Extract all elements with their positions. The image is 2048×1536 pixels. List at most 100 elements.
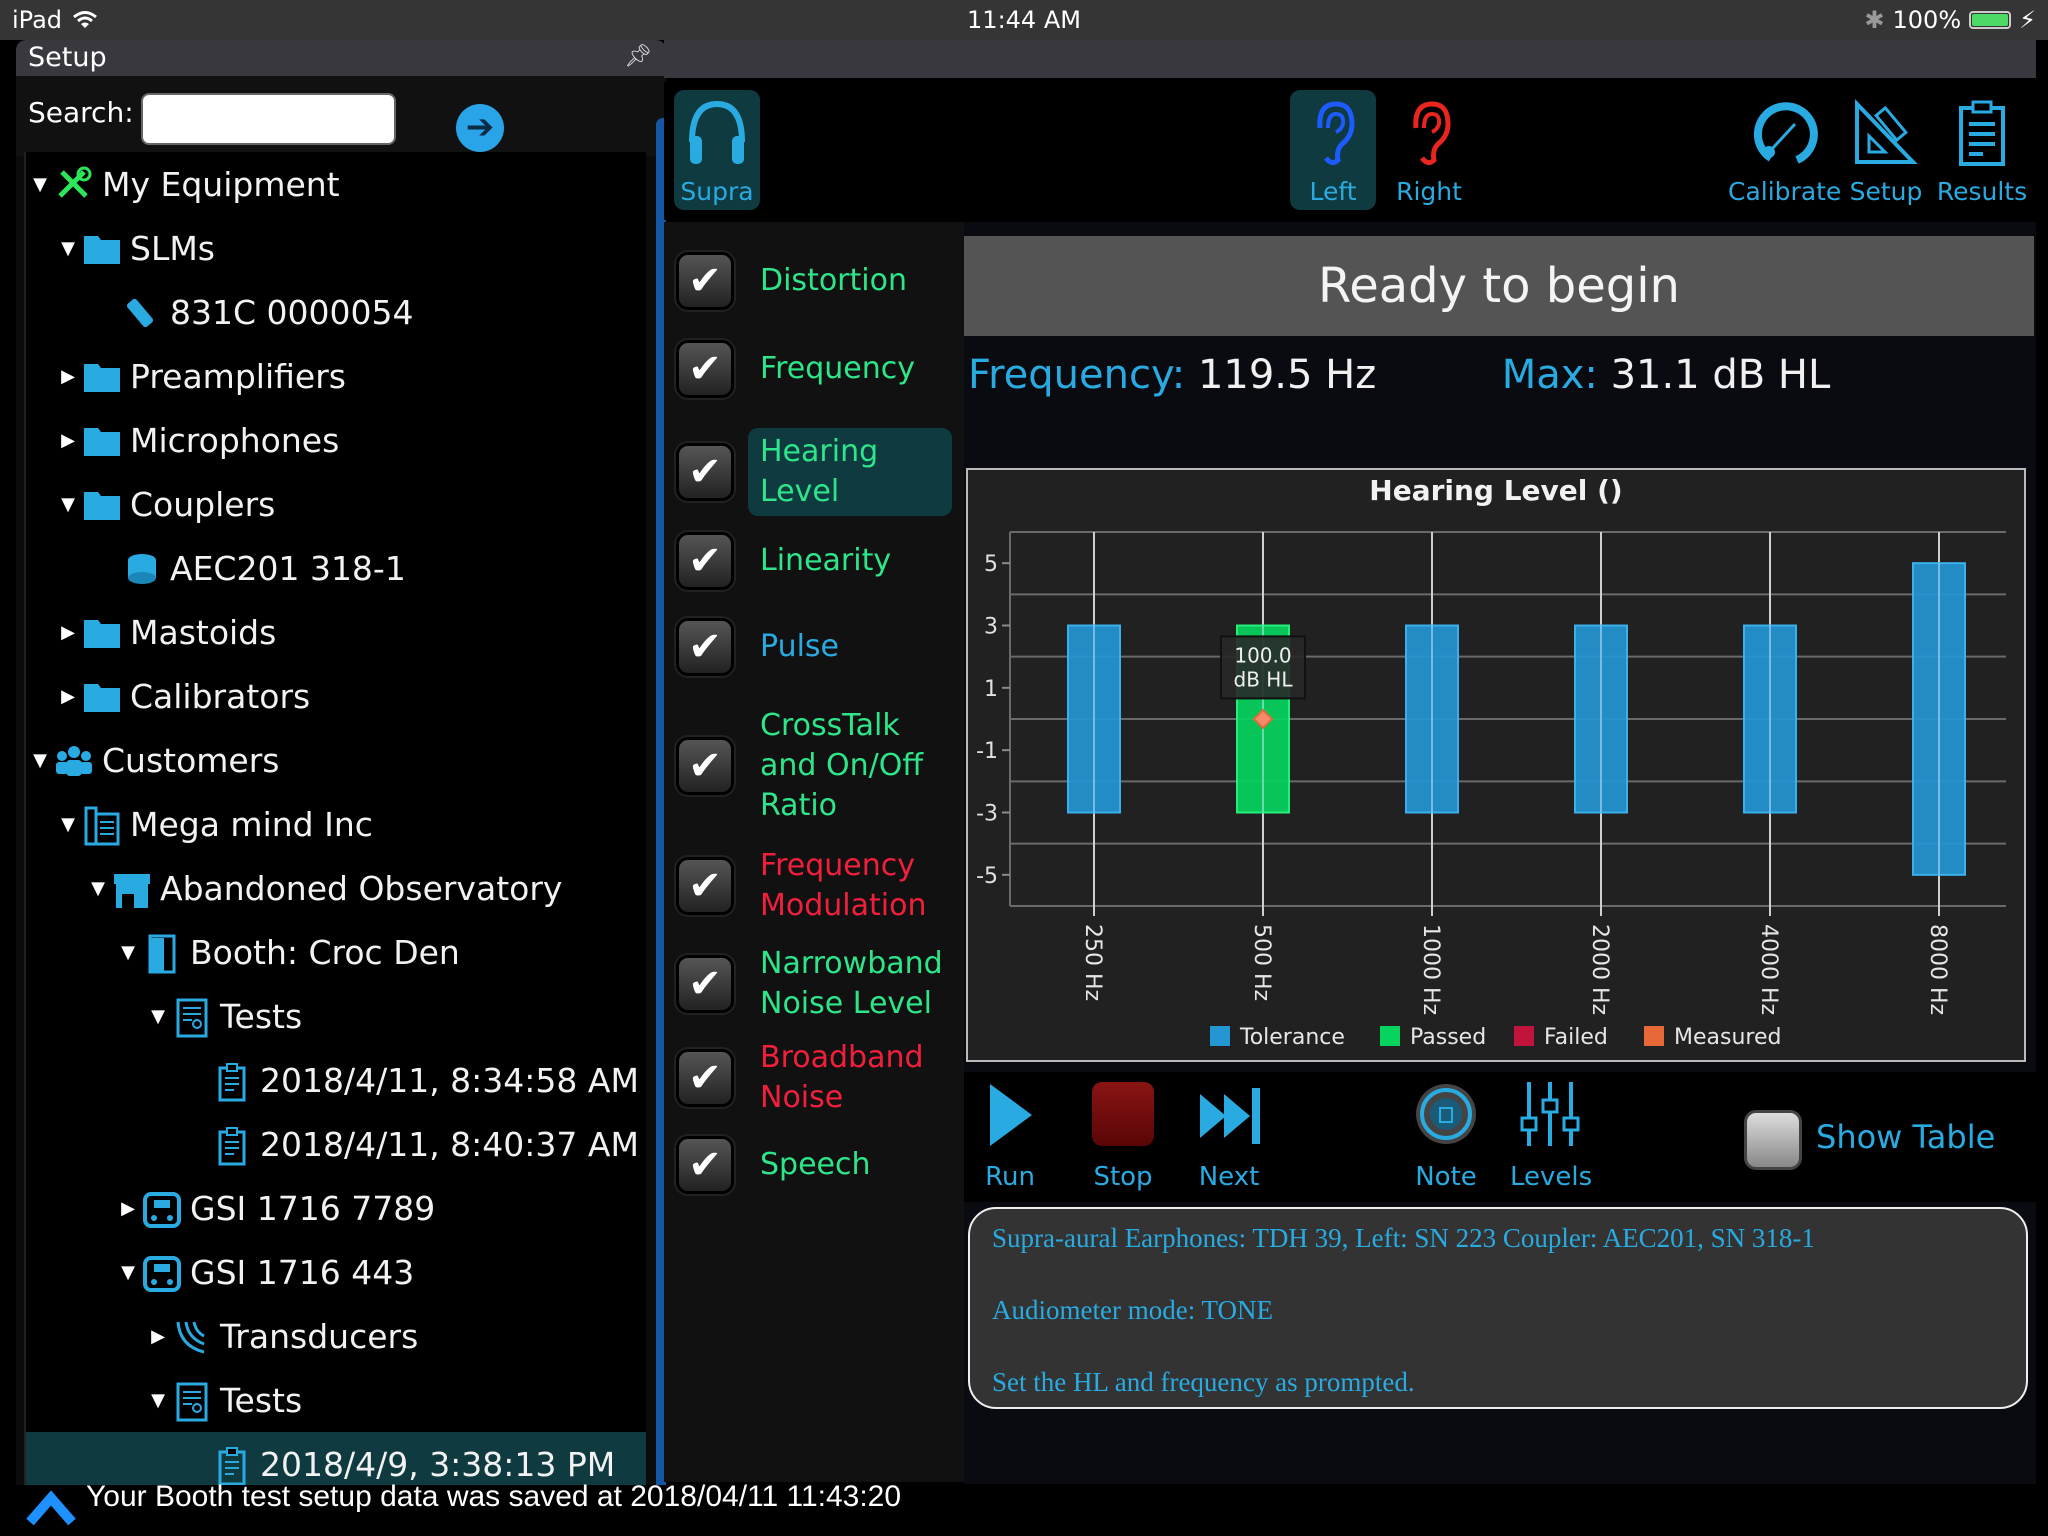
- test-label[interactable]: Narrowband Noise Level: [748, 940, 952, 1028]
- levels-button[interactable]: Levels: [1510, 1072, 1592, 1202]
- footer-message: Your Booth test setup data was saved at …: [86, 1480, 902, 1513]
- note-button[interactable]: Note: [1410, 1072, 1482, 1202]
- tools-icon: [54, 166, 94, 202]
- test-item[interactable]: ✔ Distortion: [664, 252, 964, 310]
- setup-tree: ▼ My Equipment ▼ SLMs 831C 0000054 ▶ Preamplif…: [24, 152, 646, 1485]
- tree-item[interactable]: ▶ Preamplifiers: [26, 344, 646, 408]
- test-label[interactable]: Frequency: [748, 345, 927, 393]
- gauge-icon: [1753, 102, 1818, 164]
- caret-down-icon[interactable]: ▼: [88, 878, 108, 899]
- left-ear-button[interactable]: Left: [1290, 90, 1376, 210]
- caret-right-icon[interactable]: ▶: [58, 366, 78, 387]
- tree-item[interactable]: AEC201 318-1: [26, 536, 646, 600]
- test-checkbox[interactable]: ✔: [676, 1136, 734, 1194]
- tree-item[interactable]: ▼ Tests: [26, 1368, 646, 1432]
- results-button[interactable]: Results: [1934, 90, 2030, 210]
- tree-item[interactable]: ▼ Booth: Croc Den: [26, 920, 646, 984]
- search-input[interactable]: [141, 93, 396, 145]
- caret-down-icon[interactable]: ▼: [58, 814, 78, 835]
- chevron-up-icon[interactable]: [26, 1490, 76, 1526]
- right-ear-button[interactable]: Right: [1386, 90, 1472, 210]
- frequency-value: 119.5 Hz: [1197, 352, 1377, 398]
- tree-item[interactable]: ▼ Couplers: [26, 472, 646, 536]
- x-tick-label: 4000 Hz: [1756, 924, 1781, 1015]
- tree-item[interactable]: ▶ Microphones: [26, 408, 646, 472]
- supra-button[interactable]: Supra: [674, 90, 760, 210]
- caret-down-icon[interactable]: ▼: [58, 238, 78, 259]
- pin-icon[interactable]: 📌︎: [624, 44, 652, 69]
- caret-down-icon[interactable]: ▼: [118, 942, 138, 963]
- test-checkbox[interactable]: ✔: [676, 857, 734, 915]
- test-checkbox[interactable]: ✔: [676, 532, 734, 590]
- bluetooth-icon: ✱: [1864, 6, 1885, 34]
- caret-down-icon[interactable]: ▼: [30, 174, 50, 195]
- test-item[interactable]: ✔ Frequency Modulation: [664, 842, 964, 930]
- caret-down-icon[interactable]: ▼: [30, 750, 50, 771]
- test-label[interactable]: Frequency Modulation: [748, 842, 952, 930]
- test-item[interactable]: ✔ Hearing Level: [664, 428, 964, 516]
- test-checkbox[interactable]: ✔: [676, 340, 734, 398]
- show-table-toggle[interactable]: [1744, 1110, 1802, 1170]
- caret-right-icon[interactable]: ▶: [118, 1198, 138, 1219]
- caret-down-icon[interactable]: ▼: [58, 494, 78, 515]
- test-label[interactable]: Speech: [748, 1141, 883, 1189]
- test-label[interactable]: Distortion: [748, 257, 919, 305]
- tree-item[interactable]: 2018/4/11, 8:34:58 AM: [26, 1048, 646, 1112]
- caret-down-icon[interactable]: ▼: [148, 1006, 168, 1027]
- tree-item[interactable]: ▼ Abandoned Observatory: [26, 856, 646, 920]
- tree-item[interactable]: ▼ Customers: [26, 728, 646, 792]
- tree-item[interactable]: 2018/4/11, 8:40:37 AM: [26, 1112, 646, 1176]
- supra-label: Supra: [680, 177, 754, 206]
- tooltip-value: 100.0: [1234, 643, 1291, 667]
- setup-button[interactable]: Setup: [1844, 90, 1928, 210]
- tree-item-label: Booth: Croc Den: [190, 932, 460, 972]
- tree-item[interactable]: ▼ GSI 1716 443: [26, 1240, 646, 1304]
- caret-right-icon[interactable]: ▶: [148, 1326, 168, 1347]
- tree-item[interactable]: ▼ My Equipment: [26, 152, 646, 216]
- caret-down-icon[interactable]: ▼: [148, 1390, 168, 1411]
- test-label[interactable]: Linearity: [748, 537, 903, 585]
- tree-item[interactable]: ▼ SLMs: [26, 216, 646, 280]
- test-item[interactable]: ✔ Speech: [664, 1136, 964, 1194]
- tree-item[interactable]: 2018/4/9, 3:38:13 PM: [26, 1432, 646, 1485]
- test-item[interactable]: ✔ CrossTalk and On/Off Ratio: [664, 702, 964, 830]
- caret-right-icon[interactable]: ▶: [58, 622, 78, 643]
- stop-button[interactable]: Stop: [1090, 1072, 1156, 1202]
- clipboard-icon: [212, 1062, 252, 1102]
- test-checkbox[interactable]: ✔: [676, 443, 734, 501]
- caret-down-icon[interactable]: ▼: [118, 1262, 138, 1283]
- y-tick-label: 1: [984, 677, 998, 702]
- caret-right-icon[interactable]: ▶: [58, 686, 78, 707]
- calibrate-button[interactable]: Calibrate: [1728, 90, 1841, 210]
- test-item[interactable]: ✔ Narrowband Noise Level: [664, 940, 964, 1028]
- setup-label: Setup: [1849, 177, 1923, 206]
- tree-item[interactable]: ▶ Mastoids: [26, 600, 646, 664]
- show-table-label[interactable]: Show Table: [1816, 1118, 1995, 1156]
- tree-item[interactable]: 831C 0000054: [26, 280, 646, 344]
- next-button[interactable]: Next: [1196, 1072, 1262, 1202]
- tree-item[interactable]: ▶ Calibrators: [26, 664, 646, 728]
- test-checkbox[interactable]: ✔: [676, 252, 734, 310]
- test-checkbox[interactable]: ✔: [676, 955, 734, 1013]
- tree-item[interactable]: ▶ GSI 1716 7789: [26, 1176, 646, 1240]
- test-item[interactable]: ✔ Frequency: [664, 340, 964, 398]
- run-button[interactable]: Run: [980, 1072, 1040, 1202]
- test-checkbox[interactable]: ✔: [676, 1049, 734, 1107]
- caret-right-icon[interactable]: ▶: [58, 430, 78, 451]
- test-list: ✔ Distortion ✔ Frequency ✔ Hearing Level ✔ Line…: [664, 222, 964, 1482]
- test-label[interactable]: Hearing Level: [748, 428, 952, 516]
- tree-item[interactable]: ▼ Mega mind Inc: [26, 792, 646, 856]
- test-label[interactable]: Broadband Noise: [748, 1034, 952, 1122]
- tree-item[interactable]: ▼ Tests: [26, 984, 646, 1048]
- test-item[interactable]: ✔ Linearity: [664, 532, 964, 590]
- search-go-button[interactable]: ➔: [456, 104, 504, 152]
- tree-item-label: 2018/4/11, 8:34:58 AM: [260, 1060, 639, 1100]
- tree-item[interactable]: ▶ Transducers: [26, 1304, 646, 1368]
- test-item[interactable]: ✔ Broadband Noise: [664, 1034, 964, 1122]
- test-label[interactable]: CrossTalk and On/Off Ratio: [748, 702, 952, 830]
- test-checkbox[interactable]: ✔: [676, 737, 734, 795]
- test-item[interactable]: ✔ Pulse: [664, 618, 964, 676]
- test-label[interactable]: Pulse: [748, 623, 851, 671]
- test-checkbox[interactable]: ✔: [676, 618, 734, 676]
- status-banner: Ready to begin: [964, 236, 2034, 336]
